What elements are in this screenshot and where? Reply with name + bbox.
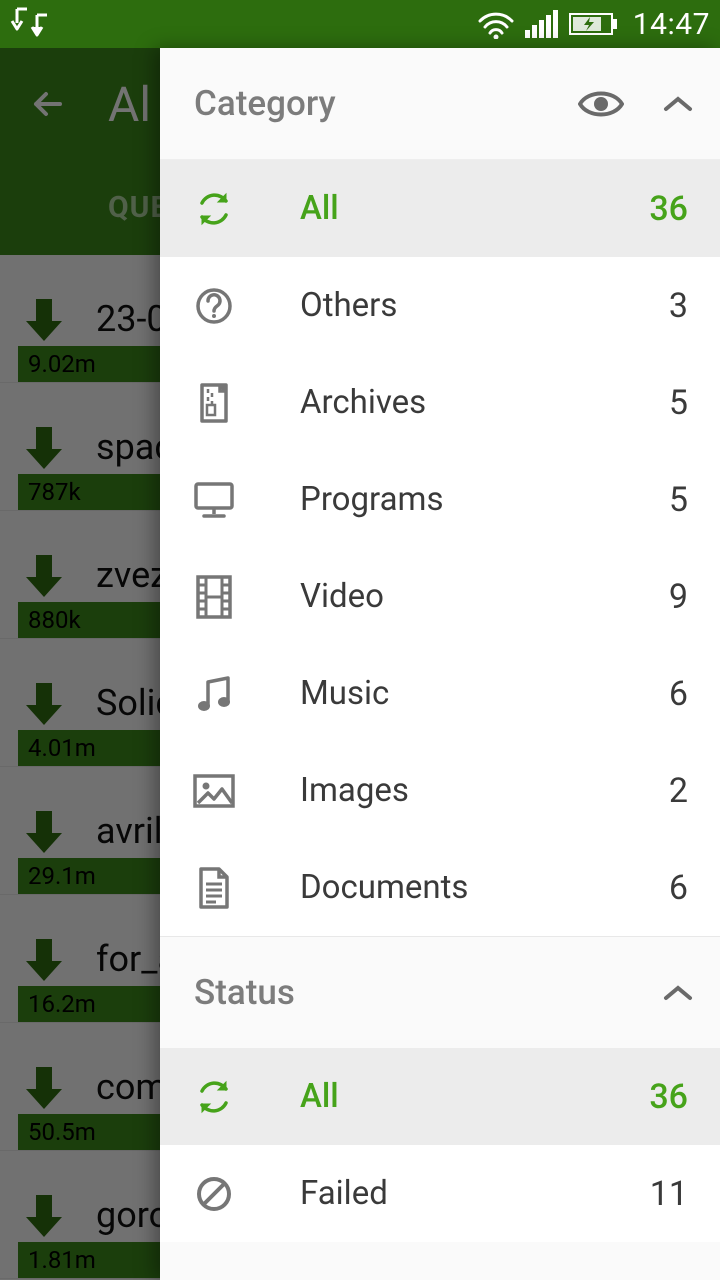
category-filter-documents[interactable]: Documents6 — [160, 839, 720, 936]
signal-icon — [525, 10, 559, 38]
status-filter-all[interactable]: All36 — [160, 1048, 720, 1145]
visibility-icon[interactable] — [578, 88, 624, 120]
wifi-icon — [477, 9, 515, 39]
filter-label: Archives — [300, 383, 669, 422]
filter-label: Programs — [300, 480, 669, 519]
category-filter-archives[interactable]: Archives5 — [160, 354, 720, 451]
archive-icon — [190, 381, 238, 425]
filter-count: 36 — [649, 189, 688, 229]
collapse-icon[interactable] — [662, 983, 694, 1003]
category-filter-all[interactable]: All36 — [160, 160, 720, 257]
filter-label: Failed — [300, 1174, 650, 1213]
filter-label: Documents — [300, 868, 669, 907]
filter-count: 5 — [669, 480, 688, 520]
filter-count: 6 — [669, 674, 688, 714]
section-header-category: Category — [160, 48, 720, 160]
filter-label: Music — [300, 674, 669, 713]
monitor-icon — [190, 480, 238, 520]
ban-icon — [190, 1174, 238, 1214]
category-filter-programs[interactable]: Programs5 — [160, 451, 720, 548]
filter-drawer: Category All36Others3Archives5Programs5V… — [160, 48, 720, 1280]
category-filter-others[interactable]: Others3 — [160, 257, 720, 354]
section-title: Status — [194, 972, 662, 1013]
section-header-status: Status — [160, 936, 720, 1048]
category-filter-images[interactable]: Images2 — [160, 742, 720, 839]
refresh-icon — [190, 189, 238, 229]
film-icon — [190, 575, 238, 619]
download-manager-icon — [10, 7, 52, 41]
status-filter-failed[interactable]: Failed11 — [160, 1145, 720, 1242]
filter-label: Others — [300, 286, 669, 325]
clock: 14:47 — [633, 7, 710, 42]
music-icon — [190, 672, 238, 716]
section-title: Category — [194, 83, 578, 124]
filter-count: 5 — [669, 383, 688, 423]
filter-count: 3 — [669, 286, 688, 326]
filter-label: All — [300, 189, 649, 228]
image-icon — [190, 773, 238, 809]
filter-count: 6 — [669, 868, 688, 908]
filter-count: 9 — [669, 577, 688, 617]
category-filter-video[interactable]: Video9 — [160, 548, 720, 645]
filter-label: Video — [300, 577, 669, 616]
refresh-icon — [190, 1077, 238, 1117]
filter-label: Images — [300, 771, 669, 810]
filter-count: 36 — [649, 1077, 688, 1117]
battery-charging-icon — [569, 11, 619, 37]
document-icon — [190, 866, 238, 910]
filter-label: All — [300, 1077, 649, 1116]
status-bar: 14:47 — [0, 0, 720, 48]
category-filter-music[interactable]: Music6 — [160, 645, 720, 742]
collapse-icon[interactable] — [662, 94, 694, 114]
filter-count: 2 — [669, 771, 688, 811]
filter-count: 11 — [650, 1174, 688, 1214]
question-icon — [190, 286, 238, 326]
